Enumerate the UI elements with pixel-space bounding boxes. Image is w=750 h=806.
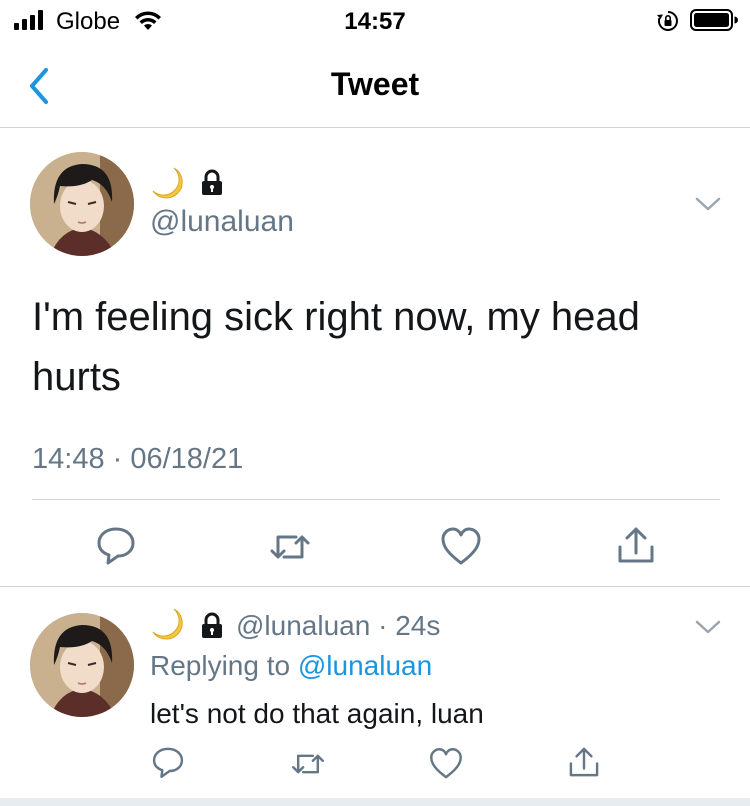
reply-tweet[interactable]: @lunaluan · 24s Replying to @lunaluan le… — [0, 588, 750, 798]
like-icon[interactable] — [428, 746, 464, 782]
avatar[interactable] — [30, 152, 134, 256]
retweet-icon[interactable] — [268, 525, 312, 569]
like-icon[interactable] — [439, 525, 483, 569]
main-tweet: @lunaluan I'm feeling sick right now, my… — [0, 129, 750, 587]
lock-icon — [202, 612, 222, 638]
chevron-down-icon[interactable] — [694, 618, 722, 636]
rotation-lock-icon — [657, 11, 678, 31]
moon-icon — [152, 167, 183, 199]
divider — [32, 499, 720, 500]
reply-age: 24s — [395, 610, 441, 641]
navigation-bar: Tweet — [0, 44, 750, 128]
moon-icon — [152, 608, 183, 640]
avatar[interactable] — [30, 613, 134, 717]
reply-icon[interactable] — [94, 523, 138, 567]
share-icon[interactable] — [566, 744, 602, 780]
retweet-icon[interactable] — [290, 746, 326, 782]
share-icon[interactable] — [614, 523, 658, 567]
replying-mention-link[interactable]: @lunaluan — [298, 650, 432, 681]
replying-to-line: Replying to @lunaluan — [150, 650, 432, 682]
reply-meta: @lunaluan · 24s — [236, 610, 440, 642]
chevron-down-icon[interactable] — [694, 195, 722, 213]
status-bar: Globe 14:57 — [0, 0, 750, 44]
reply-icon[interactable] — [150, 744, 186, 780]
separator-dot: · — [370, 610, 396, 641]
tweet-timestamp[interactable]: 14:48 · 06/18/21 — [32, 443, 243, 476]
lock-icon — [202, 169, 222, 195]
page-title: Tweet — [330, 66, 420, 102]
reply-text: let's not do that again, luan — [150, 698, 484, 729]
reply-author-handle[interactable]: @lunaluan — [236, 610, 370, 641]
bottom-separator — [0, 798, 750, 806]
replying-prefix: Replying to — [150, 650, 291, 681]
status-time: 14:57 — [344, 8, 406, 35]
tweet-text: I'm feeling sick right now, my head hurt… — [32, 295, 640, 399]
tweet-author-handle[interactable]: @lunaluan — [150, 205, 294, 239]
battery-icon — [690, 9, 738, 31]
